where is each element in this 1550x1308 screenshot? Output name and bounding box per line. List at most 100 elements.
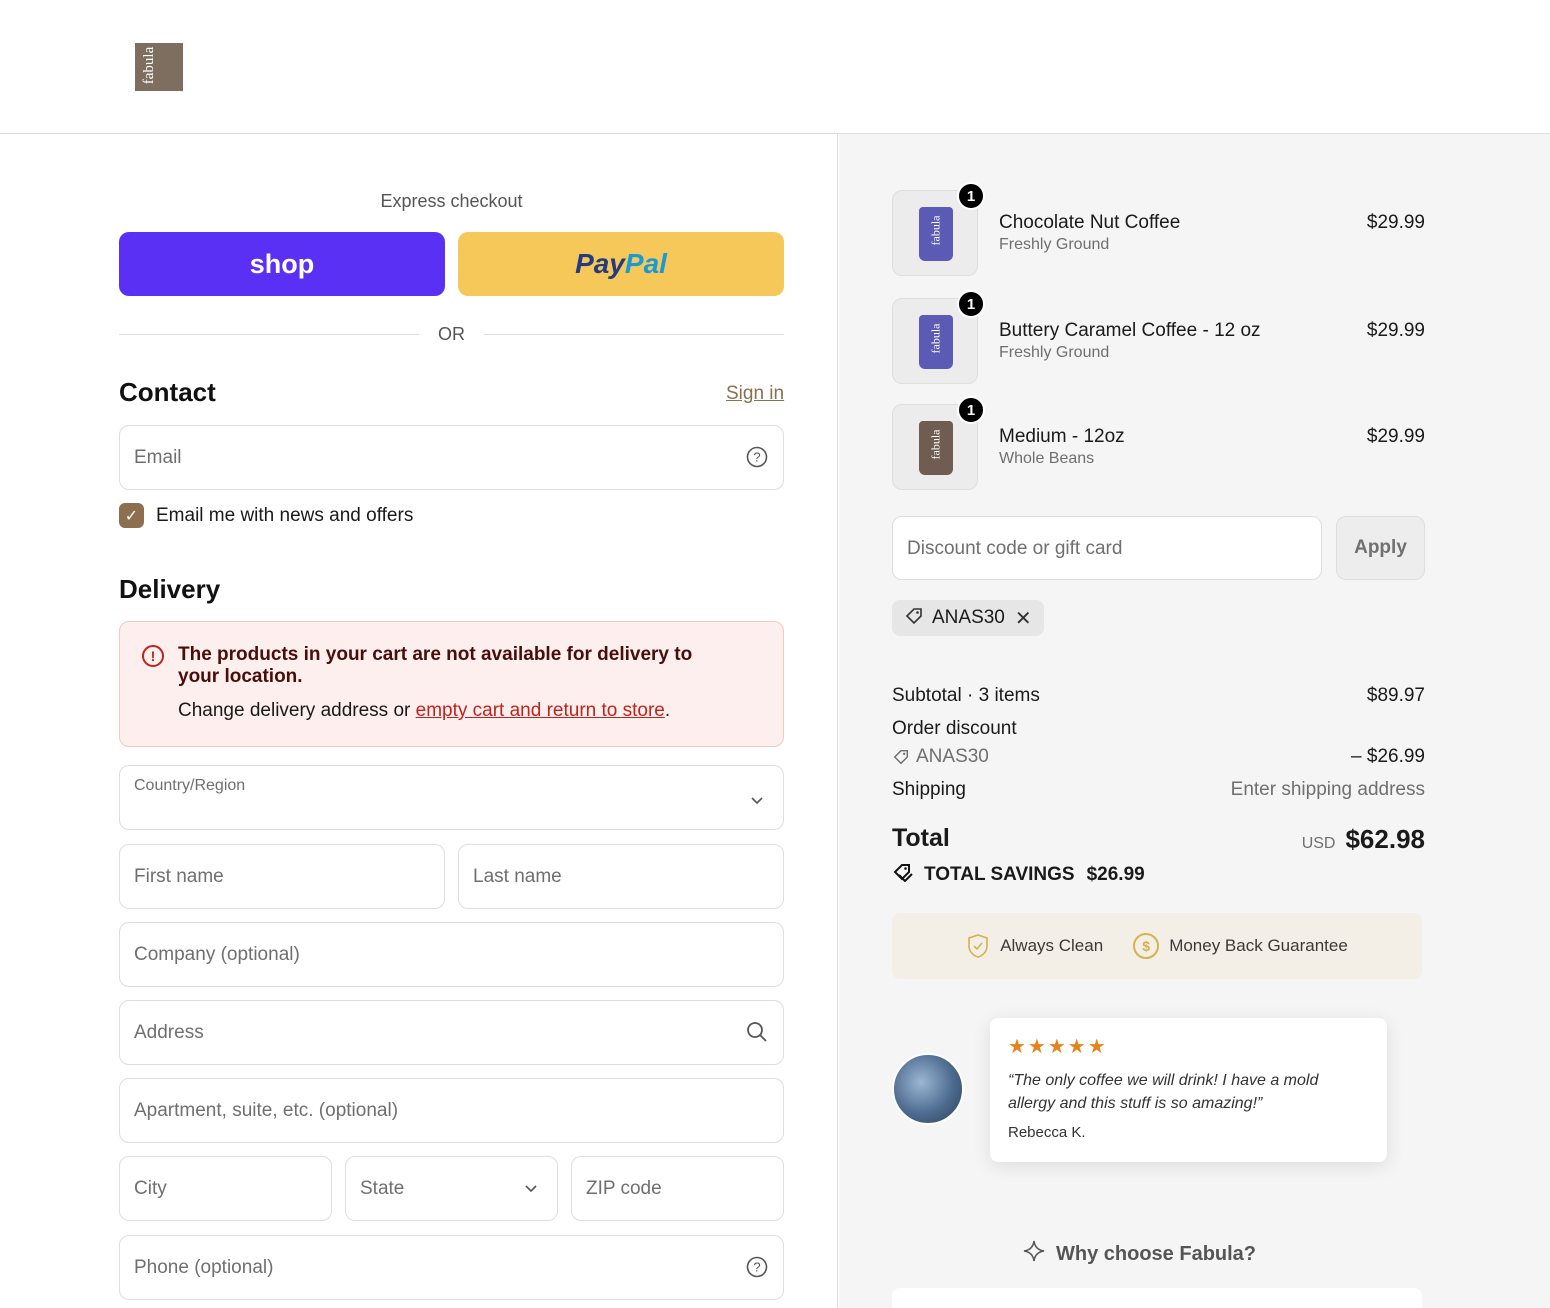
alert-body: Change delivery address or empty cart an… (178, 700, 670, 722)
country-select[interactable]: Country/Region (119, 765, 784, 830)
total-amount: USD $62.98 (1302, 824, 1425, 855)
first-name-field[interactable]: First name (119, 844, 445, 909)
help-icon[interactable]: ? (745, 445, 769, 469)
fabula-logo[interactable]: fabula (135, 43, 183, 91)
total-label: Total (892, 824, 950, 852)
cart-item: fabula 1 Chocolate Nut Coffee Freshly Gr… (892, 182, 1425, 276)
svg-text:?: ? (753, 450, 760, 465)
alert-body-suffix: . (664, 700, 671, 721)
empty-cart-link[interactable]: empty cart and return to store (416, 700, 665, 721)
address-placeholder: Address (134, 1022, 204, 1043)
shipping-value: Enter shipping address (1230, 779, 1425, 800)
checkout-form-column: Express checkout shop Pay Pal OR Contact … (0, 134, 838, 1308)
apartment-field[interactable]: Apartment, suite, etc. (optional) (119, 1078, 784, 1143)
item-price: $29.99 (1366, 320, 1425, 341)
why-choose-card (892, 1288, 1422, 1308)
trust-badges: Always Clean $ Money Back Guarantee (892, 913, 1422, 979)
discount-code-input[interactable]: Discount code or gift card (892, 516, 1322, 580)
order-discount-code: ANAS30 (892, 746, 989, 768)
paypal-label-pay: Pay (575, 248, 625, 279)
quantity-badge: 1 (957, 396, 985, 424)
city-placeholder: City (134, 1178, 167, 1199)
currency-code: USD (1301, 835, 1336, 852)
item-variant: Freshly Ground (999, 236, 1110, 253)
sign-in-link[interactable]: Sign in (726, 383, 784, 405)
state-placeholder: State (360, 1178, 405, 1199)
phone-field[interactable]: Phone (optional) ? (119, 1235, 784, 1300)
newsletter-checkbox-row[interactable]: ✓ Email me with news and offers (119, 503, 413, 528)
subtotal-label: Subtotal · 3 items (892, 685, 1040, 706)
chevron-down-icon (519, 1176, 543, 1200)
or-divider: OR (119, 324, 784, 346)
always-clean-label: Always Clean (1000, 936, 1104, 955)
order-discount-value: – $26.99 (1351, 746, 1425, 767)
item-name: Chocolate Nut Coffee (999, 212, 1181, 233)
rating-stars: ★★★★★ (1008, 1036, 1108, 1058)
city-field[interactable]: City (119, 1156, 332, 1221)
always-clean-badge: Always Clean (966, 933, 1103, 959)
shipping-row: Shipping Enter shipping address (892, 779, 1425, 801)
error-icon: ! (142, 645, 164, 667)
cart-item: fabula 1 Medium - 12oz Whole Beans $29.9… (892, 396, 1425, 490)
order-discount-label: Order discount (892, 718, 1017, 739)
delivery-error-banner: ! The products in your cart are not avai… (119, 621, 784, 747)
help-icon[interactable]: ? (745, 1255, 769, 1279)
or-label: OR (438, 324, 465, 344)
review-quote: “The only coffee we will drink! I have a… (1008, 1072, 1319, 1112)
remove-discount-icon[interactable]: ✕ (1015, 606, 1032, 631)
tag-icon (893, 749, 909, 765)
address-field[interactable]: Address (119, 1000, 784, 1065)
company-field[interactable]: Company (optional) (119, 922, 784, 987)
newsletter-checkbox[interactable]: ✓ (119, 503, 144, 528)
company-placeholder: Company (optional) (134, 944, 300, 965)
zip-placeholder: ZIP code (586, 1178, 662, 1199)
product-bag-image: fabula (919, 315, 953, 369)
why-choose-heading: Why choose Fabula? (1022, 1239, 1256, 1270)
alert-body-prefix: Change delivery address or (178, 700, 416, 721)
shield-check-icon (966, 933, 990, 959)
dollar-coin-icon: $ (1133, 933, 1160, 959)
subtotal-row: Subtotal · 3 items $89.97 (892, 685, 1425, 707)
total-value: $62.98 (1345, 824, 1425, 854)
email-placeholder: Email (134, 447, 182, 468)
item-price: $29.99 (1366, 426, 1425, 447)
express-checkout-label: Express checkout (380, 191, 523, 211)
item-variant: Freshly Ground (999, 344, 1110, 361)
tags-icon (892, 862, 914, 888)
zip-field[interactable]: ZIP code (571, 1156, 784, 1221)
shop-pay-label: shop (249, 248, 315, 279)
order-discount-code-text: ANAS30 (916, 746, 989, 767)
order-discount-code-row: ANAS30 – $26.99 (892, 746, 1425, 772)
state-select[interactable]: State (345, 1156, 558, 1221)
phone-placeholder: Phone (optional) (134, 1257, 274, 1278)
site-header: fabula (0, 0, 1550, 134)
apply-discount-button[interactable]: Apply (1336, 516, 1425, 580)
money-back-badge: $ Money Back Guarantee (1133, 933, 1348, 959)
email-field[interactable]: Email ? (119, 425, 784, 490)
why-choose-text: Why choose Fabula? (1056, 1243, 1257, 1265)
shop-pay-button[interactable]: shop (119, 232, 445, 296)
svg-text:?: ? (753, 1260, 760, 1275)
applied-code: ANAS30 (932, 607, 1005, 628)
last-name-placeholder: Last name (473, 866, 562, 887)
item-price: $29.99 (1366, 212, 1425, 233)
apartment-placeholder: Apartment, suite, etc. (optional) (134, 1100, 399, 1121)
applied-discount-chip: ANAS30 ✕ (892, 600, 1044, 636)
item-name: Buttery Caramel Coffee - 12 oz (999, 320, 1261, 341)
contact-heading: Contact (119, 377, 216, 407)
last-name-field[interactable]: Last name (458, 844, 784, 909)
savings-value: $26.99 (1086, 864, 1145, 885)
money-back-label: Money Back Guarantee (1169, 936, 1348, 955)
order-summary-column: fabula 1 Chocolate Nut Coffee Freshly Gr… (839, 134, 1550, 1308)
order-discount-row: Order discount (892, 718, 1425, 740)
delivery-heading: Delivery (119, 574, 221, 604)
country-label: Country/Region (134, 777, 246, 794)
first-name-placeholder: First name (134, 866, 224, 887)
paypal-button[interactable]: Pay Pal (458, 232, 784, 296)
item-variant: Whole Beans (999, 450, 1095, 467)
search-icon[interactable] (745, 1020, 769, 1044)
logo-text: fabula (141, 46, 158, 85)
total-savings: TOTAL SAVINGS $26.99 (892, 862, 1145, 888)
sparkle-icon (1022, 1239, 1046, 1270)
bag-logo-text: fabula (928, 215, 943, 246)
